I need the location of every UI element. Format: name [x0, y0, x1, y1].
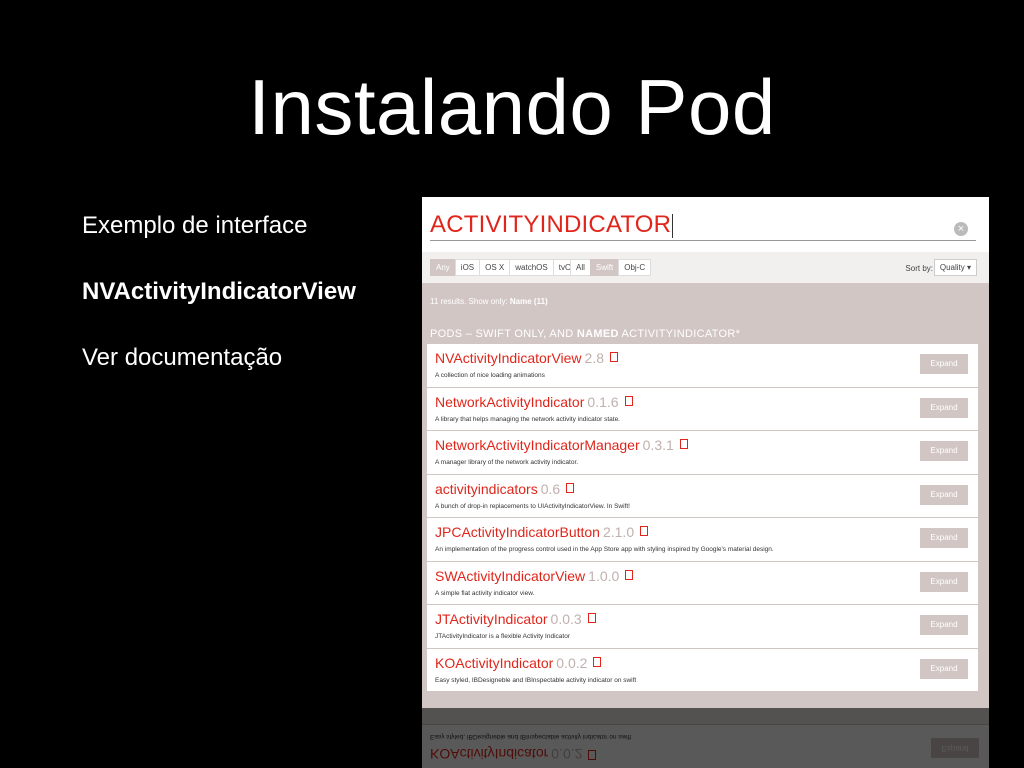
- pod-description: An implementation of the progress contro…: [435, 546, 774, 553]
- pod-description: JTActivityIndicator is a flexible Activi…: [435, 633, 570, 640]
- pod-version: 1.0.0: [588, 567, 620, 584]
- pod-name: SWActivityIndicatorView: [435, 567, 586, 584]
- clipboard-icon[interactable]: [625, 569, 634, 580]
- expand-button: Expand: [931, 738, 979, 758]
- list-item[interactable]: JPCActivityIndicatorButton 2.1.0 An implem…: [427, 518, 978, 562]
- reflected-list-item: KOActivityIndicator 0.0.2 Easy styled, IBD…: [422, 724, 989, 768]
- pod-name-link[interactable]: NetworkActivityIndicatorManager 0.3.1: [435, 437, 688, 453]
- pod-name: activityindicators: [435, 480, 538, 497]
- sort-select[interactable]: Quality ▾: [933, 259, 977, 276]
- pod-version: 0.0.2: [556, 654, 588, 671]
- list-item[interactable]: NetworkActivityIndicator 0.1.6 A library t…: [427, 387, 978, 431]
- platform-chip-any[interactable]: Any: [430, 259, 456, 276]
- pod-description: A simple flat activity indicator view.: [435, 589, 535, 597]
- pod-description: Easy styled, IBDesigneble and IBInspecta…: [430, 733, 632, 740]
- slide-title: Instalando Pod: [248, 63, 776, 151]
- results-area: 11 results. Show only: Name (11) PODS – …: [422, 283, 989, 708]
- expand-button[interactable]: Expand: [920, 484, 968, 505]
- bullet-example: Exemplo de interface: [82, 212, 308, 239]
- list-item[interactable]: NVActivityIndicatorView 2.8 A collection o…: [427, 344, 978, 388]
- expand-button[interactable]: Expand: [920, 528, 968, 548]
- language-chip-swift[interactable]: Swift: [589, 259, 620, 276]
- pod-name: JTActivityIndicator: [435, 611, 548, 627]
- platform-chip-watchos[interactable]: watchOS: [509, 259, 554, 276]
- search-bar[interactable]: ACTIVITYINDICATOR ×: [430, 207, 976, 241]
- expand-button[interactable]: Expand: [920, 571, 968, 592]
- pod-version: 2.8: [584, 350, 605, 366]
- pod-name: KOActivityIndicator: [435, 654, 554, 671]
- expand-button[interactable]: Expand: [920, 397, 968, 418]
- screenshot-frame: ACTIVITYINDICATOR × Any iOS OS XwatchOS tvO…: [422, 197, 989, 768]
- pod-name-link[interactable]: SWActivityIndicatorView 1.0.0: [435, 567, 634, 584]
- pod-version: 0.0.2: [551, 746, 583, 762]
- pod-name-link[interactable]: KOActivityIndicator 0.0.2: [435, 654, 602, 671]
- clipboard-icon[interactable]: [610, 352, 619, 362]
- pod-name: NetworkActivityIndicatorManager: [435, 437, 640, 453]
- language-chip-all[interactable]: All: [570, 259, 591, 276]
- pod-list: NVActivityIndicatorView 2.8 A collection o…: [427, 344, 978, 692]
- name-filter-link[interactable]: Name (11): [510, 297, 548, 306]
- reflection: KOActivityIndicator 0.0.2 Easy styled, IBD…: [422, 708, 989, 768]
- pod-name: JPCActivityIndicatorButton: [435, 524, 600, 540]
- platform-chip-os-x[interactable]: OS X: [479, 259, 511, 276]
- cocoapods-search-screen: ACTIVITYINDICATOR × Any iOS OS XwatchOS tvO…: [422, 197, 989, 708]
- pod-description: A bunch of drop-in replacements to UIAct…: [435, 502, 630, 510]
- sort-label: Sort by:: [905, 264, 933, 273]
- pod-name-link[interactable]: activityindicators 0.6: [435, 480, 575, 497]
- list-item[interactable]: NetworkActivityIndicatorManager 0.3.1 A ma…: [427, 431, 978, 475]
- pod-description: A library that helps managing the networ…: [435, 415, 620, 423]
- pod-version: 0.1.6: [587, 393, 619, 410]
- results-count: 11 results. Show only: Name (11): [430, 297, 548, 306]
- bullet-docs: Ver documentação: [82, 344, 283, 371]
- clipboard-icon[interactable]: [566, 482, 575, 493]
- pod-version: 2.1.0: [602, 524, 635, 540]
- list-item[interactable]: JTActivityIndicator 0.0.3 JTActivityIndica…: [427, 605, 978, 649]
- pod-description: A manager library of the network activit…: [435, 459, 579, 466]
- pod-name-link[interactable]: NetworkActivityIndicator 0.1.6: [435, 394, 633, 410]
- close-circle-icon[interactable]: ×: [954, 222, 968, 236]
- bullet-pod-name: NVActivityIndicatorView: [82, 278, 356, 305]
- expand-button[interactable]: Expand: [920, 441, 968, 461]
- expand-button[interactable]: Expand: [920, 615, 968, 635]
- pod-name-link: KOActivityIndicator 0.0.2: [430, 746, 597, 762]
- list-item[interactable]: activityindicators 0.6 A bunch of drop-in …: [427, 474, 978, 518]
- platform-chip-ios[interactable]: iOS: [454, 259, 481, 276]
- pod-description: A collection of nice loading animations: [435, 372, 545, 379]
- clipboard-icon: [588, 750, 597, 760]
- pod-version: 0.6: [540, 480, 561, 497]
- pod-name-link[interactable]: NVActivityIndicatorView 2.8: [435, 350, 619, 366]
- expand-button[interactable]: Expand: [920, 354, 968, 374]
- pod-name: KOActivityIndicator: [430, 746, 549, 762]
- list-item[interactable]: KOActivityIndicator 0.0.2 Easy styled, IBD…: [427, 648, 978, 692]
- clipboard-icon[interactable]: [593, 656, 602, 667]
- language-chip-objc[interactable]: Obj-C: [618, 259, 652, 276]
- clipboard-icon[interactable]: [587, 613, 596, 623]
- expand-button[interactable]: Expand: [920, 658, 968, 679]
- pod-name: NVActivityIndicatorView: [435, 350, 582, 366]
- pod-version: 0.3.1: [642, 437, 674, 453]
- list-item[interactable]: SWActivityIndicatorView 1.0.0 A simple fla…: [427, 561, 978, 605]
- pod-name-link[interactable]: JPCActivityIndicatorButton 2.1.0: [435, 524, 649, 540]
- pod-description: Easy styled, IBDesigneble and IBInspecta…: [435, 676, 637, 684]
- platform-filter: Any iOS OS XwatchOS tvOS: [430, 259, 583, 276]
- text-caret: [672, 213, 674, 238]
- pod-name: NetworkActivityIndicator: [435, 393, 585, 410]
- clipboard-icon[interactable]: [679, 439, 688, 449]
- clipboard-icon[interactable]: [624, 395, 633, 406]
- filter-bar: Any iOS OS XwatchOS tvOS All Swift Obj-C Sort…: [422, 252, 989, 283]
- pod-version: 0.0.3: [550, 611, 582, 627]
- clipboard-icon[interactable]: [640, 526, 649, 536]
- pod-name-link[interactable]: JTActivityIndicator 0.0.3: [435, 611, 596, 627]
- section-heading: PODS – SWIFT ONLY, AND NAMED ACTIVITYIND…: [430, 328, 741, 340]
- language-filter: All Swift Obj-C: [570, 259, 652, 276]
- search-input[interactable]: ACTIVITYINDICATOR: [430, 211, 674, 239]
